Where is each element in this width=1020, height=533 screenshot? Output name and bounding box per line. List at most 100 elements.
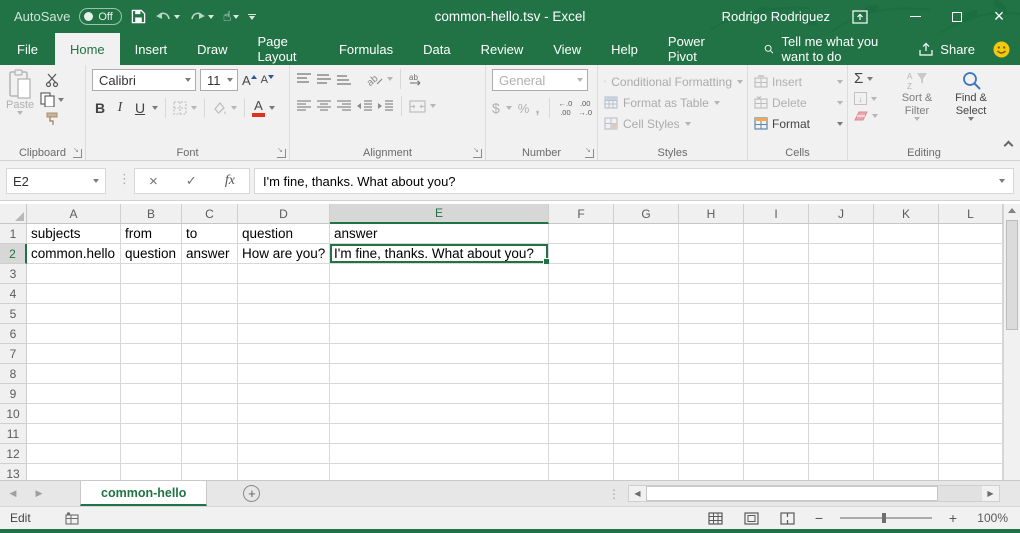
top-align-button[interactable]	[296, 73, 312, 85]
cell-C5[interactable]	[182, 304, 238, 324]
tab-insert[interactable]: Insert	[120, 33, 183, 65]
bold-button[interactable]: B	[92, 100, 108, 116]
paste-button[interactable]: Paste	[6, 69, 34, 126]
undo-button[interactable]	[155, 10, 180, 23]
cell-I3[interactable]	[744, 264, 809, 284]
cell-H12[interactable]	[679, 444, 744, 464]
tab-review[interactable]: Review	[466, 33, 539, 65]
tab-page-layout[interactable]: Page Layout	[243, 33, 324, 65]
cell-K12[interactable]	[874, 444, 939, 464]
cell-B13[interactable]	[121, 464, 182, 480]
wrap-text-button[interactable]: ab	[408, 72, 424, 86]
cell-H7[interactable]	[679, 344, 744, 364]
underline-button[interactable]: U	[132, 100, 148, 116]
cell-A2[interactable]: common.hello	[27, 244, 121, 264]
cell-F2[interactable]	[549, 244, 614, 264]
cell-F3[interactable]	[549, 264, 614, 284]
cell-B12[interactable]	[121, 444, 182, 464]
cell-D4[interactable]	[238, 284, 330, 304]
cell-L7[interactable]	[939, 344, 1003, 364]
vertical-scrollbar[interactable]	[1003, 204, 1020, 480]
cell-I2[interactable]	[744, 244, 809, 264]
cell-A13[interactable]	[27, 464, 121, 480]
cell-E3[interactable]	[330, 264, 549, 284]
row-header-1[interactable]: 1	[0, 224, 27, 244]
cell-I5[interactable]	[744, 304, 809, 324]
cell-C12[interactable]	[182, 444, 238, 464]
cell-F8[interactable]	[549, 364, 614, 384]
cell-F13[interactable]	[549, 464, 614, 480]
redo-button[interactable]	[189, 10, 214, 23]
increase-indent-button[interactable]	[377, 100, 394, 112]
cell-E1[interactable]: answer	[330, 224, 549, 244]
cell-H11[interactable]	[679, 424, 744, 444]
name-box-resize-handle[interactable]: ⋮	[118, 171, 131, 187]
new-sheet-button[interactable]: +	[243, 485, 260, 502]
cell-I6[interactable]	[744, 324, 809, 344]
column-header-J[interactable]: J	[809, 204, 874, 224]
clipboard-dialog-launcher[interactable]	[73, 149, 82, 158]
zoom-level[interactable]: 100%	[974, 511, 1008, 525]
cell-K6[interactable]	[874, 324, 939, 344]
tab-power-pivot[interactable]: Power Pivot	[653, 33, 732, 65]
align-right-button[interactable]	[336, 100, 352, 112]
column-header-A[interactable]: A	[27, 204, 121, 224]
cell-B6[interactable]	[121, 324, 182, 344]
next-sheet-button[interactable]: ▶	[26, 481, 52, 506]
cell-D1[interactable]: question	[238, 224, 330, 244]
cell-A11[interactable]	[27, 424, 121, 444]
row-header-8[interactable]: 8	[0, 364, 27, 384]
copy-button[interactable]	[40, 92, 64, 107]
close-button[interactable]: ×	[978, 0, 1020, 33]
cell-J2[interactable]	[809, 244, 874, 264]
format-as-table-button[interactable]: Format as Table	[604, 92, 743, 113]
cell-B1[interactable]: from	[121, 224, 182, 244]
row-header-12[interactable]: 12	[0, 444, 27, 464]
cell-F5[interactable]	[549, 304, 614, 324]
cell-G2[interactable]	[614, 244, 679, 264]
share-button[interactable]: Share	[918, 33, 975, 65]
cell-B5[interactable]	[121, 304, 182, 324]
cell-I8[interactable]	[744, 364, 809, 384]
cell-C2[interactable]: answer	[182, 244, 238, 264]
cell-D8[interactable]	[238, 364, 330, 384]
scroll-right-icon[interactable]: ▶	[982, 486, 999, 501]
alignment-dialog-launcher[interactable]	[473, 149, 482, 158]
column-header-C[interactable]: C	[182, 204, 238, 224]
align-left-button[interactable]	[296, 100, 312, 112]
font-size-select[interactable]: 11	[200, 69, 238, 91]
middle-align-button[interactable]	[316, 73, 332, 85]
row-header-9[interactable]: 9	[0, 384, 27, 404]
row-header-5[interactable]: 5	[0, 304, 27, 324]
column-header-D[interactable]: D	[238, 204, 330, 224]
select-all-corner[interactable]	[0, 204, 27, 224]
cell-J3[interactable]	[809, 264, 874, 284]
cell-L12[interactable]	[939, 444, 1003, 464]
cell-G3[interactable]	[614, 264, 679, 284]
cell-C6[interactable]	[182, 324, 238, 344]
vertical-scroll-thumb[interactable]	[1006, 220, 1018, 330]
cell-H8[interactable]	[679, 364, 744, 384]
cell-G10[interactable]	[614, 404, 679, 424]
cell-D10[interactable]	[238, 404, 330, 424]
zoom-slider[interactable]	[840, 517, 932, 519]
feedback-smiley-button[interactable]	[993, 33, 1010, 65]
column-header-F[interactable]: F	[549, 204, 614, 224]
scrollbar-resize-grip[interactable]: ⋮	[608, 487, 620, 501]
cell-G12[interactable]	[614, 444, 679, 464]
cell-C7[interactable]	[182, 344, 238, 364]
cell-J10[interactable]	[809, 404, 874, 424]
cell-H1[interactable]	[679, 224, 744, 244]
cell-L1[interactable]	[939, 224, 1003, 244]
cell-G9[interactable]	[614, 384, 679, 404]
decrease-decimal-button[interactable]: .00 →.0	[578, 99, 592, 117]
number-format-select[interactable]: General	[492, 69, 588, 91]
conditional-formatting-button[interactable]: Conditional Formatting	[604, 71, 743, 92]
cell-K4[interactable]	[874, 284, 939, 304]
borders-button[interactable]	[173, 101, 187, 115]
column-header-K[interactable]: K	[874, 204, 939, 224]
cell-K9[interactable]	[874, 384, 939, 404]
cell-E9[interactable]	[330, 384, 549, 404]
cell-K1[interactable]	[874, 224, 939, 244]
autosum-button[interactable]: Σ	[854, 70, 886, 87]
